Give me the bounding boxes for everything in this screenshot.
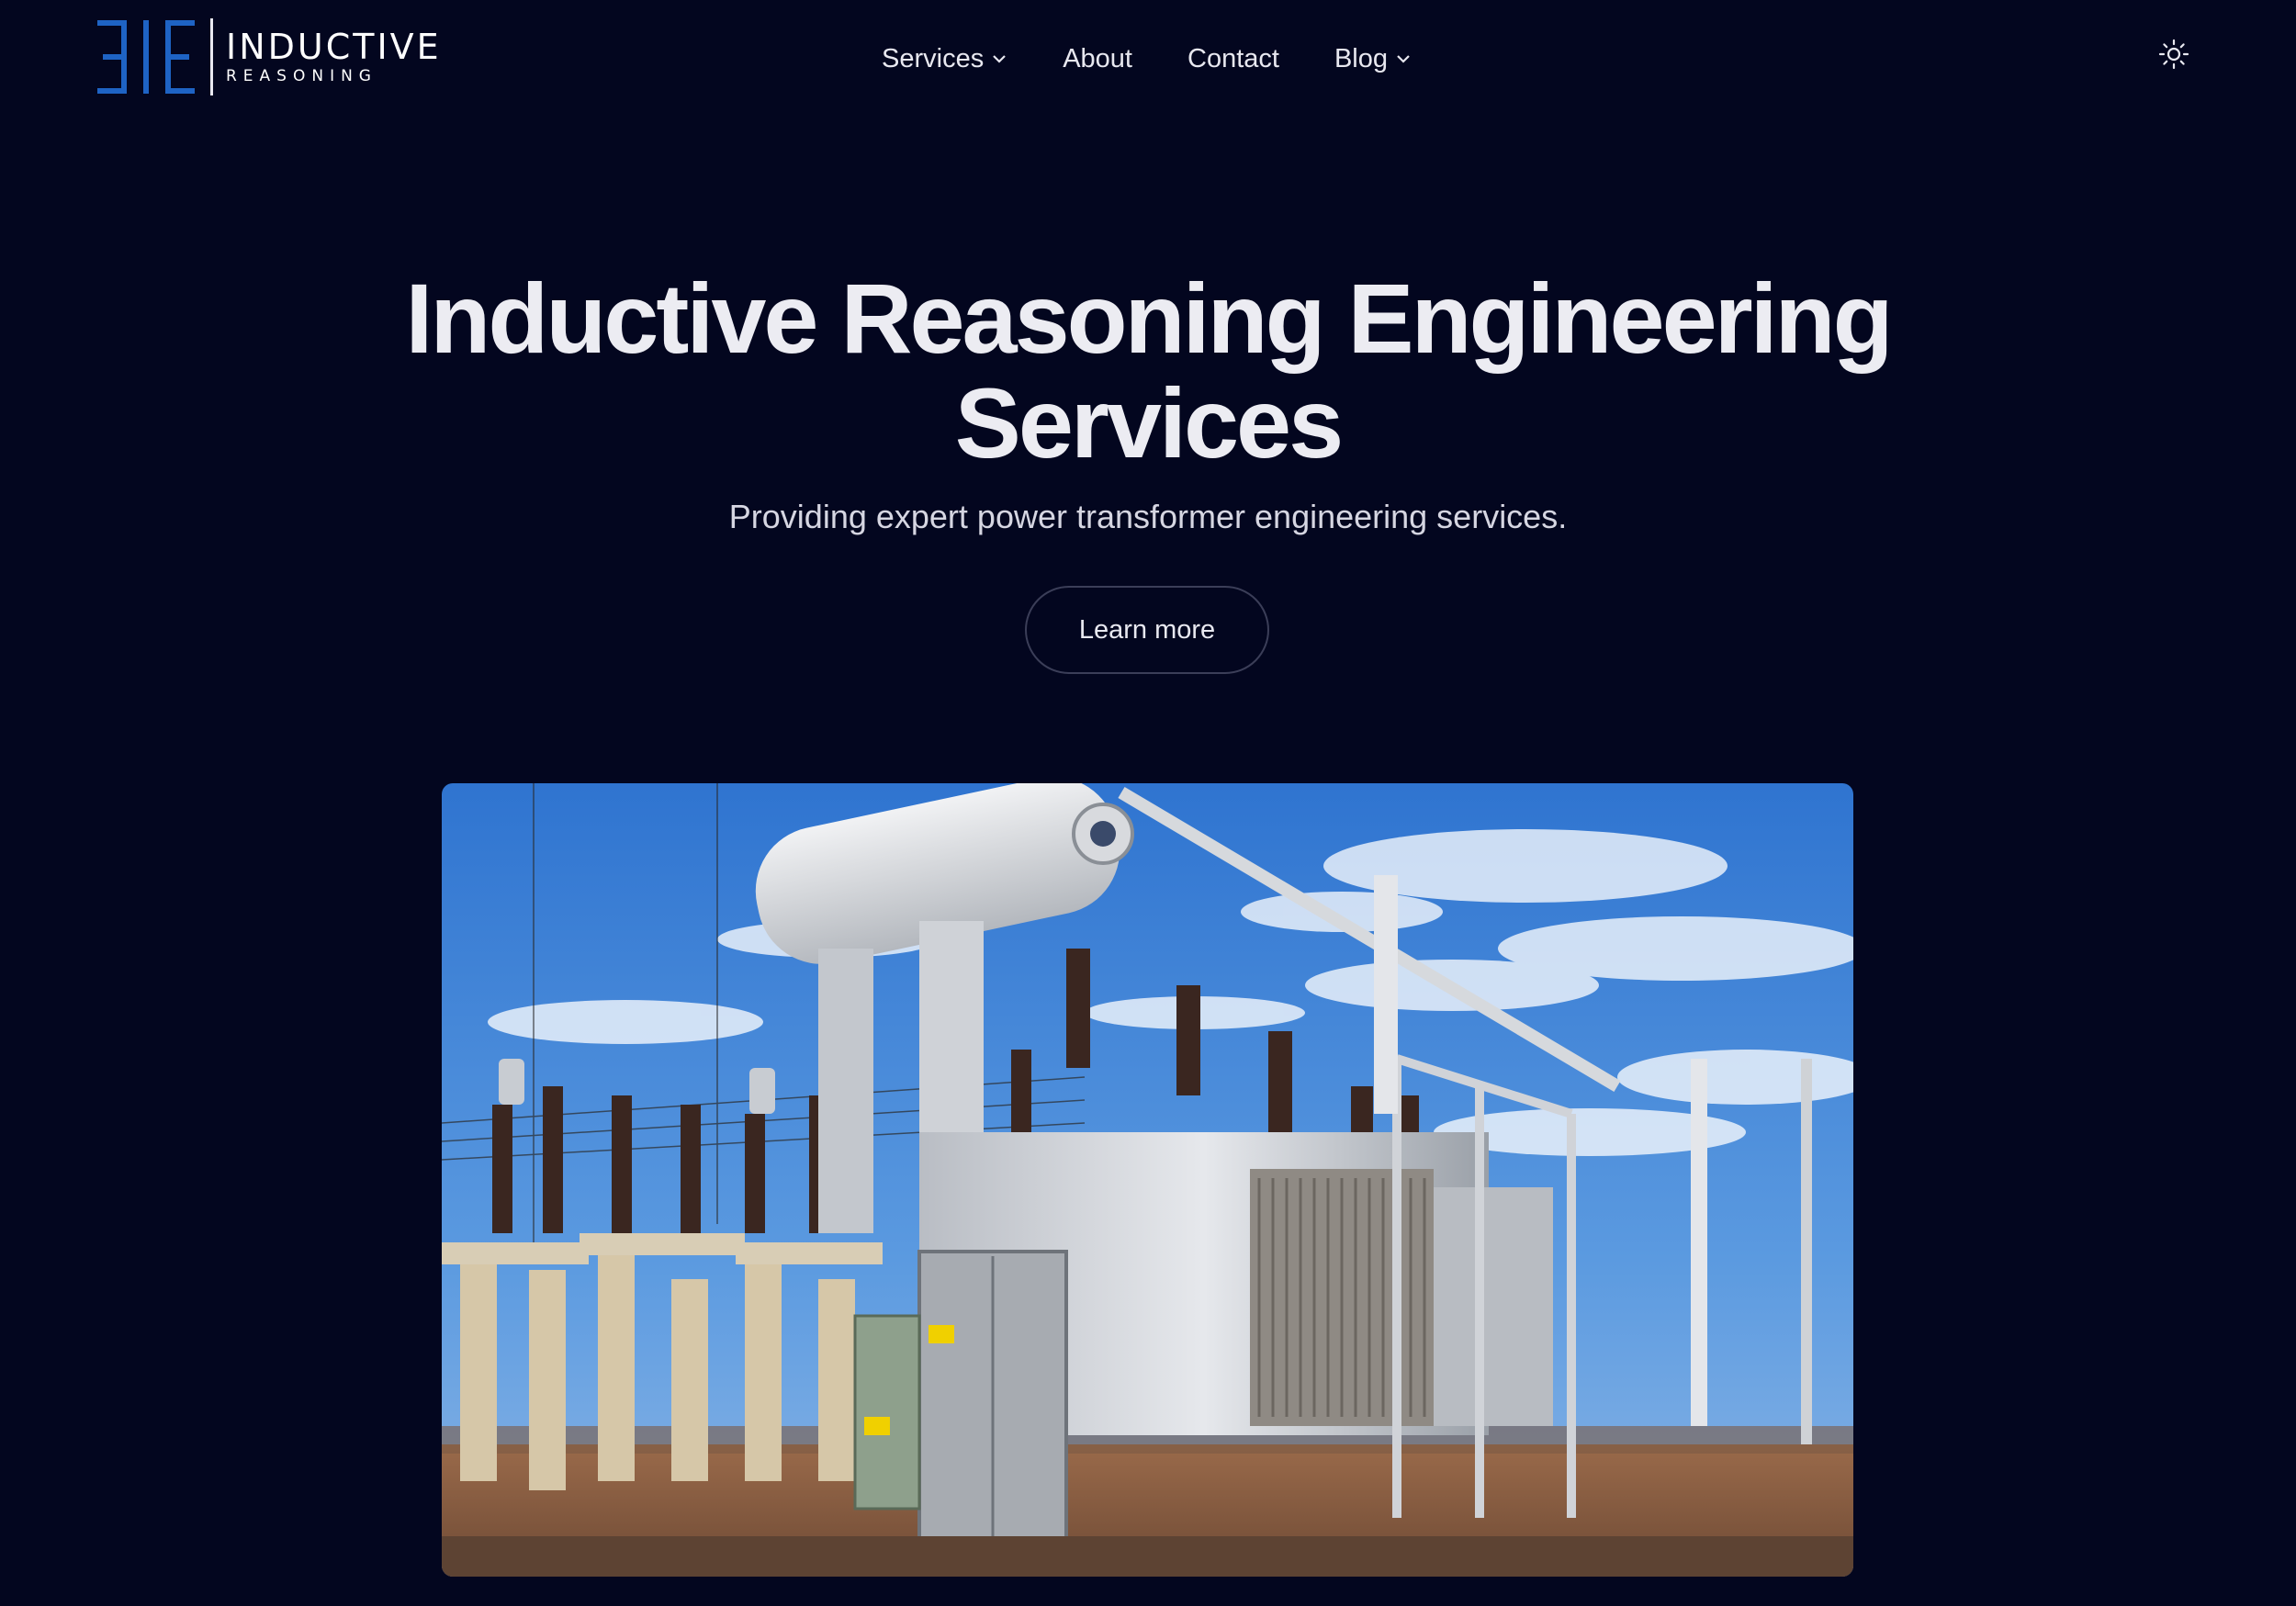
brand-title: INDUCTIVE — [226, 27, 442, 67]
nav-item-blog[interactable]: Blog — [1334, 44, 1412, 74]
nav-item-label: Contact — [1187, 43, 1279, 73]
chevron-down-icon — [1397, 55, 1410, 63]
nav-item-label: Services — [882, 43, 985, 73]
chevron-down-icon — [993, 55, 1006, 63]
nav-item-contact[interactable]: Contact — [1187, 44, 1279, 74]
hero-title: Inductive Reasoning Engineering Services — [405, 263, 1893, 478]
main-nav: Services About Contact Blog — [882, 37, 1412, 81]
sun-icon — [2158, 39, 2189, 70]
brand-subtitle: REASONING — [226, 67, 377, 85]
substation-illustration — [442, 783, 1853, 1577]
theme-toggle-button[interactable] — [2158, 39, 2189, 70]
learn-more-button[interactable]: Learn more — [1025, 586, 1269, 674]
nav-item-label: About — [1063, 43, 1132, 73]
nav-item-about[interactable]: About — [1063, 44, 1132, 74]
hero-image — [442, 783, 1853, 1577]
logo-text: INDUCTIVE REASONING — [226, 28, 442, 85]
nav-item-services[interactable]: Services — [882, 44, 1007, 74]
logo-divider — [210, 18, 213, 95]
logo-mark-icon — [97, 20, 195, 94]
nav-item-label: Blog — [1334, 43, 1388, 73]
brand-logo[interactable]: INDUCTIVE REASONING — [96, 17, 442, 97]
hero-subtitle: Providing expert power transformer engin… — [728, 498, 1568, 535]
site-header: INDUCTIVE REASONING Services About Conta… — [0, 0, 2296, 119]
